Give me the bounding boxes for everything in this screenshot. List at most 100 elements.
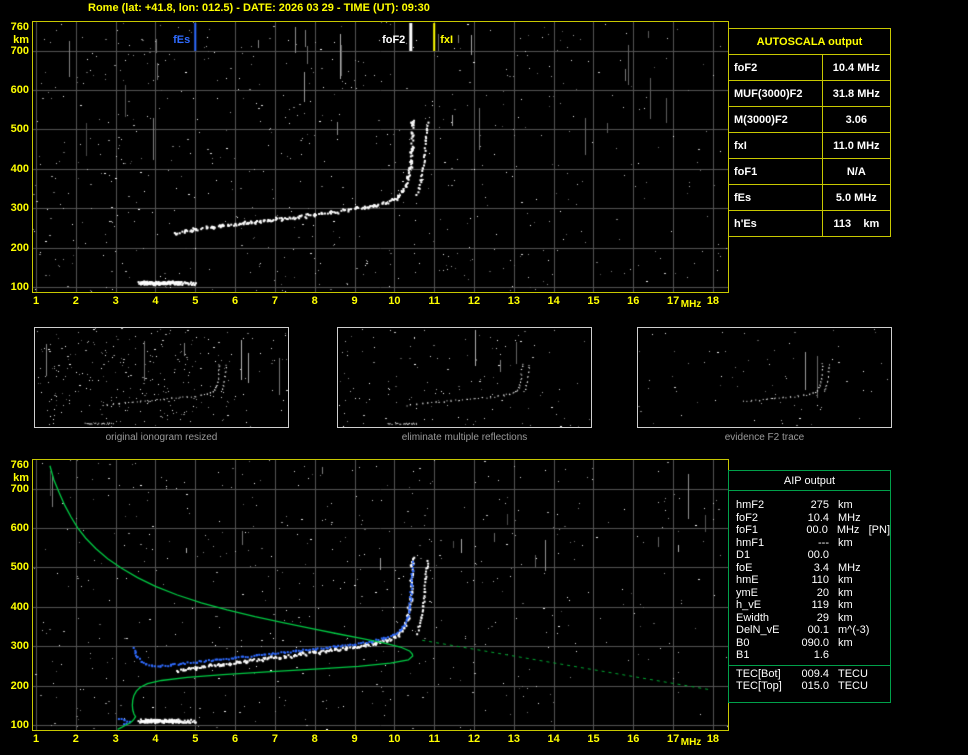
aip-value: 090.0 — [801, 636, 829, 649]
y-tick-label: 100 — [10, 281, 29, 293]
aip-unit: m^(-3) — [838, 624, 870, 636]
x-tick-label: 16 — [627, 733, 640, 745]
aip-value: 110 — [811, 574, 829, 586]
aip-unit: MHz — [838, 561, 861, 574]
aip-value: 00.0 — [807, 549, 829, 561]
aip-output-table: AIP output hmF2 275 km foF2 10.4 MHz foF1 00.… — [728, 470, 891, 703]
y-tick-label: 500 — [10, 561, 29, 574]
aip-unit: km — [838, 536, 853, 549]
param-value: 11.0 MHz — [821, 132, 892, 159]
marker-label-foF2: foF2 — [382, 34, 406, 46]
aip-value: 009.4 — [801, 667, 829, 680]
profile-ionogram-plot — [32, 459, 729, 731]
autoscala-row-M3000F2: M(3000)F2 3.06 — [728, 106, 892, 133]
param-value: 10.4 MHz — [821, 54, 892, 81]
x-tick-label: 9 — [351, 733, 358, 745]
aip-row-B0: B0 090.0 km — [736, 637, 890, 650]
x-tick-label: 3 — [112, 295, 119, 307]
param-value: 31.8 MHz — [821, 80, 892, 107]
autoscala-row-foF2: foF2 10.4 MHz — [728, 54, 892, 81]
aip-label: ymE — [736, 586, 758, 599]
x-tick-label: 14 — [547, 733, 560, 745]
param-label: fEs — [728, 184, 823, 211]
param-value: 5.0 MHz — [821, 184, 892, 211]
param-label: foF2 — [728, 54, 823, 81]
marker-label-fEs: fEs — [173, 34, 191, 46]
aip-unit: km — [838, 574, 853, 586]
param-value: N/A — [821, 158, 892, 185]
aip-row-TECBot: TEC[Bot] 009.4 TECU — [736, 668, 890, 681]
aip-value: 20 — [816, 586, 829, 599]
y-tick-label: 600 — [10, 522, 29, 535]
param-label: M(3000)F2 — [728, 106, 823, 133]
aip-rows: hmF2 275 km foF2 10.4 MHz foF1 00.0 MHz [PN] h… — [729, 491, 890, 662]
x-tick-label: 3 — [112, 733, 119, 745]
aip-label: B1 — [736, 649, 750, 661]
x-tick-label: 6 — [232, 733, 239, 745]
aip-label: Ewidth — [736, 611, 770, 624]
y-tick-label: 200 — [10, 679, 29, 692]
x-tick-label: 7 — [271, 295, 278, 307]
aip-tec-rows: TEC[Bot] 009.4 TECU TEC[Top] 015.0 TECU — [729, 668, 890, 693]
aip-value: 1.6 — [813, 649, 829, 661]
x-tick-label: 8 — [311, 733, 318, 745]
aip-value: 00.0 — [806, 524, 828, 536]
aip-label: hmF1 — [736, 536, 765, 549]
x-axis-unit-label: MHz — [680, 737, 702, 748]
y-tick-label: 500 — [10, 123, 29, 136]
aip-row-D1: D1 00.0 — [736, 549, 890, 562]
aip-unit: km — [838, 611, 853, 624]
aip-row-TECTop: TEC[Top] 015.0 TECU — [736, 680, 890, 693]
aip-label: h_vE — [736, 599, 762, 611]
x-tick-label: 5 — [192, 733, 199, 745]
aip-row-hvE: h_vE 119 km — [736, 599, 890, 612]
aip-label: foE — [736, 561, 753, 574]
aip-label: hmE — [736, 574, 759, 586]
aip-unit: MHz — [838, 511, 861, 524]
aip-row-hmF2: hmF2 275 km — [736, 499, 890, 512]
profile-ionogram-canvas — [33, 460, 728, 730]
x-tick-label: 10 — [388, 295, 401, 307]
main-ionogram-canvas — [33, 22, 728, 292]
y-tick-label: 600 — [10, 84, 29, 97]
main-ionogram-plot — [32, 21, 729, 293]
panel-f2trace-canvas — [638, 328, 891, 427]
aip-row-ymE: ymE 20 km — [736, 587, 890, 600]
param-value: 113 km — [821, 210, 892, 237]
autoscala-row-hpEs: h'Es 113 km — [728, 210, 892, 237]
y-tick-label: 400 — [10, 162, 29, 175]
aip-row-B1: B1 1.6 — [736, 649, 890, 662]
aip-label: foF1 — [736, 524, 759, 536]
aip-label: B0 — [736, 636, 750, 649]
aip-row-foF1: foF1 00.0 MHz [PN] — [736, 524, 890, 537]
aip-value: --- — [818, 536, 829, 549]
y-tick-label: 760 — [10, 459, 29, 471]
x-tick-label: 6 — [232, 295, 239, 307]
aip-tec-divider — [729, 664, 890, 666]
x-tick-label: 14 — [547, 295, 560, 307]
aip-row-Ewidth: Ewidth 29 km — [736, 612, 890, 625]
y-tick-label: 200 — [10, 241, 29, 254]
y-axis-unit-label: km — [13, 34, 29, 46]
x-tick-label: 7 — [271, 733, 278, 745]
marker-label-fxI: fxI — [440, 34, 454, 46]
y-tick-label: 300 — [10, 640, 29, 653]
x-tick-label: 4 — [152, 295, 159, 307]
aip-row-DelNvE: DelN_vE 00.1 m^(-3) — [736, 624, 890, 637]
param-label: foF1 — [728, 158, 823, 185]
panel-f2-trace — [637, 327, 892, 428]
aip-value: 00.1 — [807, 624, 829, 636]
y-tick-label: 700 — [10, 44, 29, 57]
x-tick-label: 1 — [32, 295, 40, 307]
y-tick-label: 760 — [10, 21, 29, 33]
aip-row-hmF1: hmF1 --- km — [736, 537, 890, 550]
x-tick-label: 13 — [507, 295, 520, 307]
autoscala-title: AUTOSCALA output — [728, 28, 891, 55]
y-tick-label: 300 — [10, 202, 29, 215]
aip-value: 29 — [816, 611, 829, 624]
aip-value: 119 — [811, 599, 829, 611]
autoscala-row-foF1: foF1 N/A — [728, 158, 892, 185]
x-tick-label: 10 — [388, 733, 401, 745]
autoscala-row-MUF3000F2: MUF(3000)F2 31.8 MHz — [728, 80, 892, 107]
aip-row-hmE: hmE 110 km — [736, 574, 890, 587]
